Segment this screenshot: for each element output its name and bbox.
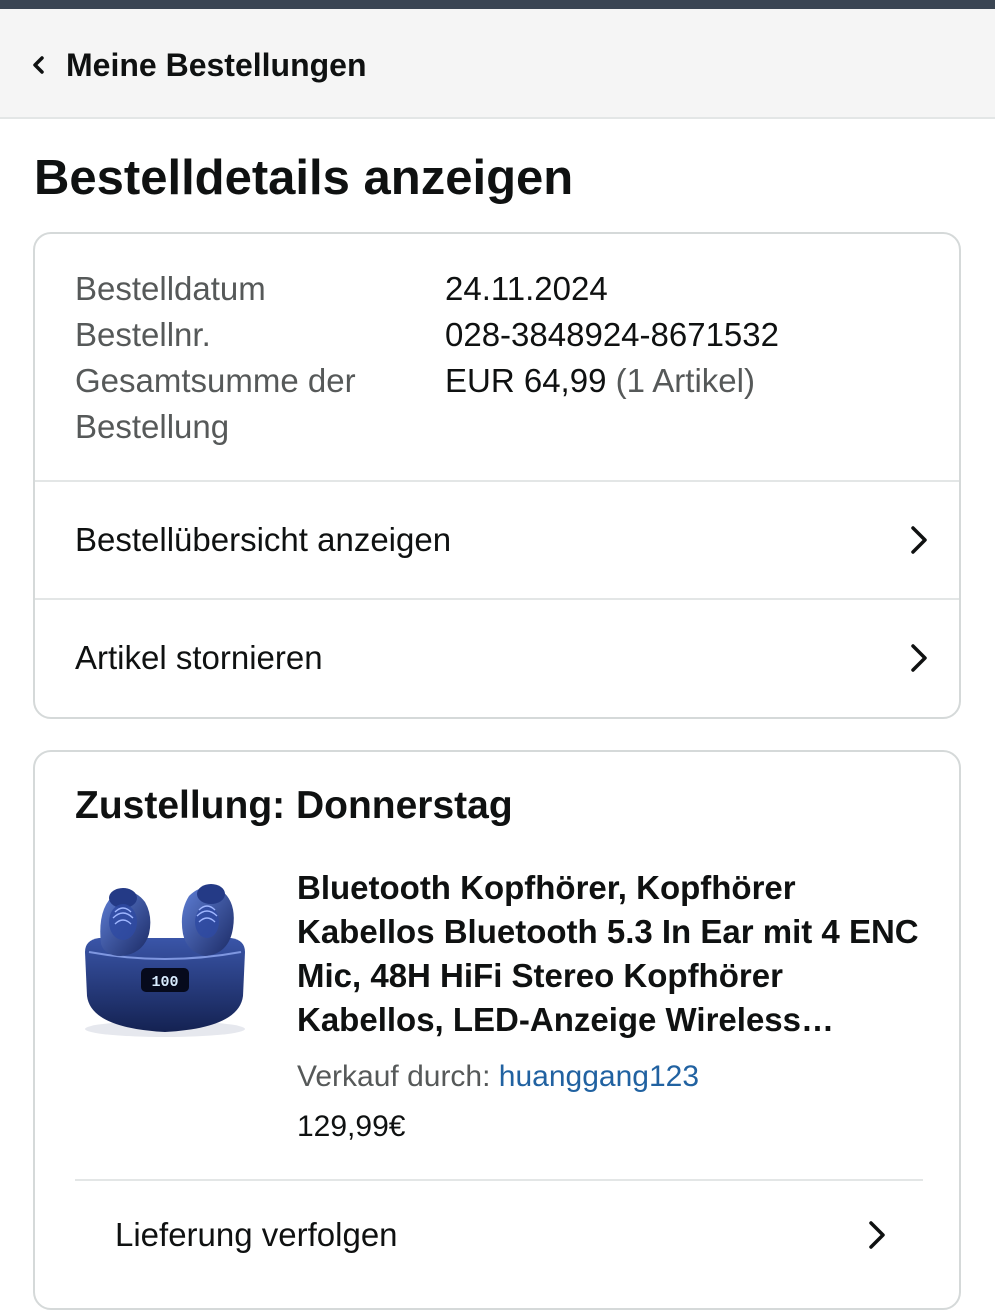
seller-link[interactable]: huanggang123 — [499, 1060, 699, 1093]
earbuds-product-image[interactable]: 100 — [75, 864, 255, 1044]
order-total-value: EUR 64,99 (1 Artikel) — [445, 358, 755, 450]
top-navigation-bar: Meine Bestellungen — [0, 9, 995, 119]
svg-text:100: 100 — [151, 974, 178, 991]
order-summary-card: Bestelldatum 24.11.2024 Bestellnr. 028-3… — [33, 232, 961, 719]
chevron-right-icon — [911, 526, 927, 554]
delivery-date-heading: Zustellung: Donnerstag — [75, 784, 513, 827]
order-total-row: Gesamtsumme der Bestellung EUR 64,99 (1 … — [75, 358, 935, 450]
view-order-summary-link[interactable]: Bestellübersicht anzeigen — [35, 482, 959, 598]
chevron-right-icon — [869, 1221, 885, 1249]
order-total-amount: EUR 64,99 — [445, 362, 607, 399]
chevron-right-icon — [911, 644, 927, 672]
order-number-value: 028-3848924-8671532 — [445, 316, 779, 353]
chevron-left-icon — [33, 56, 44, 74]
order-date-value: 24.11.2024 — [445, 270, 608, 307]
order-number-label: Bestellnr. — [75, 316, 211, 353]
back-button-label: Meine Bestellungen — [66, 46, 367, 83]
seller-prefix: Verkauf durch: — [297, 1060, 499, 1093]
order-item-count: (1 Artikel) — [615, 362, 755, 399]
product-title-link[interactable]: Bluetooth Kopfhörer, Kopfhörer Kabellos … — [297, 866, 927, 1042]
seller-info: Verkauf durch: huanggang123 — [297, 1060, 699, 1094]
track-package-link[interactable]: Lieferung verfolgen — [115, 1182, 885, 1288]
view-order-summary-label: Bestellübersicht anzeigen — [75, 521, 452, 558]
delivery-card: Zustellung: Donnerstag 100 Bluetooth Kop… — [33, 750, 961, 1310]
order-total-label: Gesamtsumme der Bestellung — [75, 362, 356, 445]
back-to-orders-button[interactable]: Meine Bestellungen — [28, 39, 367, 91]
cancel-items-link[interactable]: Artikel stornieren — [35, 600, 959, 716]
track-package-label: Lieferung verfolgen — [115, 1216, 398, 1253]
order-number-row: Bestellnr. 028-3848924-8671532 — [75, 312, 935, 358]
product-price: 129,99€ — [297, 1110, 406, 1143]
page-title: Bestelldetails anzeigen — [34, 151, 574, 205]
order-summary-table: Bestelldatum 24.11.2024 Bestellnr. 028-3… — [75, 266, 935, 450]
divider — [75, 1179, 923, 1181]
status-bar-strip — [0, 0, 995, 9]
order-date-label: Bestelldatum — [75, 270, 266, 307]
order-date-row: Bestelldatum 24.11.2024 — [75, 266, 935, 312]
cancel-items-label: Artikel stornieren — [75, 639, 323, 676]
